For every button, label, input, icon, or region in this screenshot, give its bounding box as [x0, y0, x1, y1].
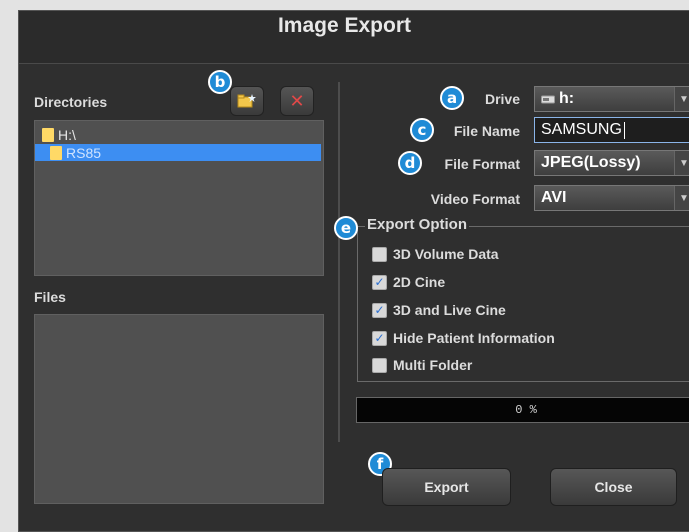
checkbox-checked[interactable]: ✓ — [372, 302, 387, 318]
new-folder-icon — [237, 94, 256, 108]
chevron-down-icon[interactable]: ▼ — [674, 151, 689, 175]
file-name-value: SAMSUNG — [541, 121, 622, 138]
close-button[interactable]: Close — [550, 468, 677, 506]
directories-label: Directories — [34, 94, 108, 110]
checkbox-checked[interactable]: ✓ — [372, 274, 387, 290]
chevron-down-icon[interactable]: ▼ — [674, 186, 689, 210]
folder-icon — [42, 128, 54, 142]
text-caret — [623, 121, 625, 139]
drive-icon — [541, 95, 555, 103]
dialog-title: Image Export — [277, 14, 412, 37]
export-button[interactable]: Export — [382, 468, 511, 506]
option-label: Hide Patient Information — [393, 330, 555, 346]
callout-badge-d: d — [398, 151, 422, 175]
checkbox-unchecked[interactable] — [372, 357, 387, 373]
option-multi-folder[interactable]: Multi Folder — [372, 357, 472, 373]
file-format-select[interactable]: JPEG(Lossy) ▼ — [534, 150, 689, 176]
checkbox-checked[interactable]: ✓ — [372, 330, 387, 346]
option-label: 2D Cine — [393, 274, 446, 290]
drive-value: h: — [559, 90, 575, 107]
option-label: Multi Folder — [393, 357, 473, 373]
tree-item-label: RS85 — [66, 145, 102, 161]
callout-badge-b: b — [208, 70, 232, 94]
tree-item-label: H:\ — [58, 127, 76, 143]
tree-item-rs85[interactable]: RS85 — [50, 145, 101, 161]
chevron-down-icon[interactable]: ▼ — [674, 87, 689, 111]
video-format-select[interactable]: AVI ▼ — [534, 185, 689, 211]
video-format-label: Video Format — [430, 191, 520, 207]
callout-badge-e: e — [334, 216, 358, 240]
checkbox-unchecked[interactable] — [372, 246, 387, 262]
files-list[interactable] — [34, 314, 324, 504]
video-format-value: AVI — [541, 189, 567, 206]
option-3d-volume-data[interactable]: 3D Volume Data — [372, 246, 499, 262]
export-progress-bar: 0 % — [356, 397, 689, 423]
option-2d-cine[interactable]: ✓ 2D Cine — [372, 274, 445, 290]
option-hide-patient-info[interactable]: ✓ Hide Patient Information — [372, 330, 555, 346]
drive-select[interactable]: h: ▼ — [534, 86, 689, 112]
tree-item-h-drive[interactable]: H:\ — [42, 127, 76, 143]
file-name-label: File Name — [453, 123, 520, 139]
option-label: 3D Volume Data — [393, 246, 499, 262]
panel-divider — [338, 82, 340, 442]
delete-icon: ✕ — [289, 91, 305, 111]
delete-folder-button[interactable]: ✕ — [280, 86, 314, 116]
file-name-input[interactable]: SAMSUNG — [534, 117, 689, 143]
files-label: Files — [34, 289, 66, 305]
drive-label: Drive — [484, 91, 520, 107]
folder-icon — [50, 146, 62, 160]
file-format-label: File Format — [444, 156, 520, 172]
option-3d-live-cine[interactable]: ✓ 3D and Live Cine — [372, 302, 506, 318]
new-folder-button[interactable] — [230, 86, 264, 116]
progress-text: 0 % — [515, 403, 537, 417]
file-format-value: JPEG(Lossy) — [541, 154, 641, 171]
export-option-title: Export Option — [365, 216, 469, 233]
option-label: 3D and Live Cine — [393, 302, 506, 318]
